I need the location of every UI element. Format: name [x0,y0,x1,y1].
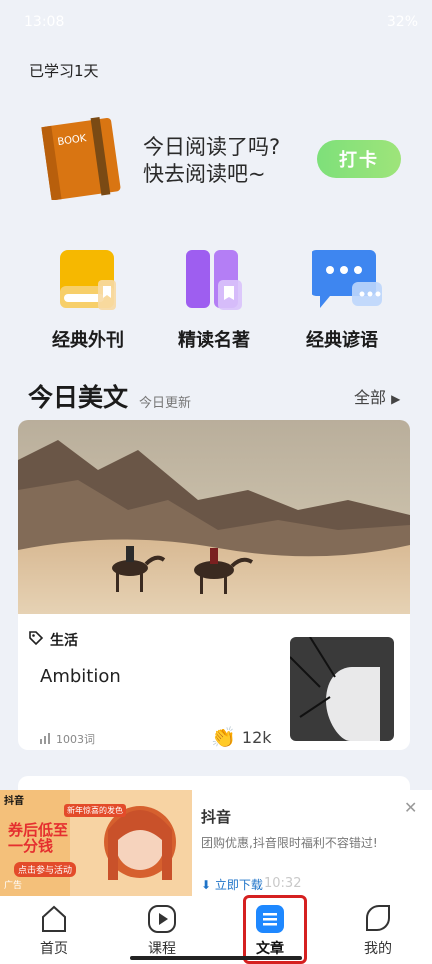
clap-count-label: 12k [241,727,272,747]
clap-count[interactable]: 👏 12k [211,725,272,749]
category-classics[interactable]: 精读名著 [164,250,264,352]
word-count-label: 1003词 [56,733,95,746]
category-proverbs[interactable]: 经典谚语 [292,250,392,352]
ad-brand: 抖音 [4,796,24,807]
clap-icon: 👏 [211,725,236,749]
magazine-icon [58,250,118,314]
ad-title: 抖音 [201,808,232,826]
ad-download-label: 立即下载 [214,878,263,892]
reading-subtitle: 快去阅读吧~ [143,162,266,186]
ad-banner[interactable]: 抖音 新年惊喜的发色 券后低至一分钱 点击参与活动 广告 抖音 团购优惠,抖音限… [0,790,432,896]
apple-logo-thumbnail [290,637,394,741]
category-label: 精读名著 [178,330,250,351]
bars-icon [40,732,52,747]
books-icon [184,250,244,314]
ad-promo-button: 点击参与活动 [14,862,77,877]
status-bar: 13:08 32% [0,0,432,48]
status-battery: 32% [386,14,418,30]
tab-label: 课程 [148,941,176,957]
tag-icon [28,630,44,650]
category-label: 经典外刊 [52,330,124,351]
article-title[interactable]: Ambition [40,666,121,687]
tab-courses[interactable]: 课程 [122,904,202,958]
bottom-nav: 首页 课程 文章 我的 [0,896,432,964]
word-count: 1003词 [40,731,95,747]
category-magazines[interactable]: 经典外刊 [38,250,138,352]
tab-label: 首页 [40,941,68,957]
ad-download-link[interactable]: ⬇ 立即下载 [201,876,263,893]
ad-promo-big: 券后低至一分钱 [8,821,69,855]
tab-label: 我的 [364,941,392,957]
reading-title: 今日阅读了吗? [143,135,281,159]
play-icon [147,904,177,934]
active-tab-highlight [243,895,307,964]
leaf-icon [363,904,393,934]
study-streak: 已学习1天 [29,62,99,80]
desert-camels-image [18,420,410,614]
home-icon [39,904,69,934]
chat-bubble-icon [310,250,382,314]
ad-time: 10:32 [264,876,302,891]
ad-promo-top: 新年惊喜的发色 [64,804,126,817]
tab-profile[interactable]: 我的 [338,904,418,958]
article-card[interactable]: 生活 Ambition 1003词 👏 12k [18,420,410,750]
tab-home[interactable]: 首页 [14,904,94,958]
see-all-label: 全部 [354,388,387,407]
triangle-right-icon: ▶ [391,392,401,406]
category-label: 经典谚语 [306,330,378,351]
download-icon: ⬇ [201,878,212,892]
see-all-link[interactable]: 全部 ▶ [354,384,400,408]
status-time: 13:08 [24,14,65,30]
ad-image: 抖音 新年惊喜的发色 券后低至一分钱 点击参与活动 广告 [0,790,192,896]
close-icon[interactable]: ✕ [404,798,417,817]
section-subtitle: 今日更新 [139,396,192,411]
section-title: 今日美文 [28,383,129,412]
home-indicator [130,956,302,960]
checkin-button[interactable]: 打卡 [317,140,401,178]
book-icon: BOOK [41,117,121,200]
tag-label: 生活 [50,633,78,649]
article-tag: 生活 [28,630,78,650]
ad-badge: 广告 [4,881,23,891]
ad-description: 团购优惠,抖音限时福利不容错过! [201,836,378,850]
